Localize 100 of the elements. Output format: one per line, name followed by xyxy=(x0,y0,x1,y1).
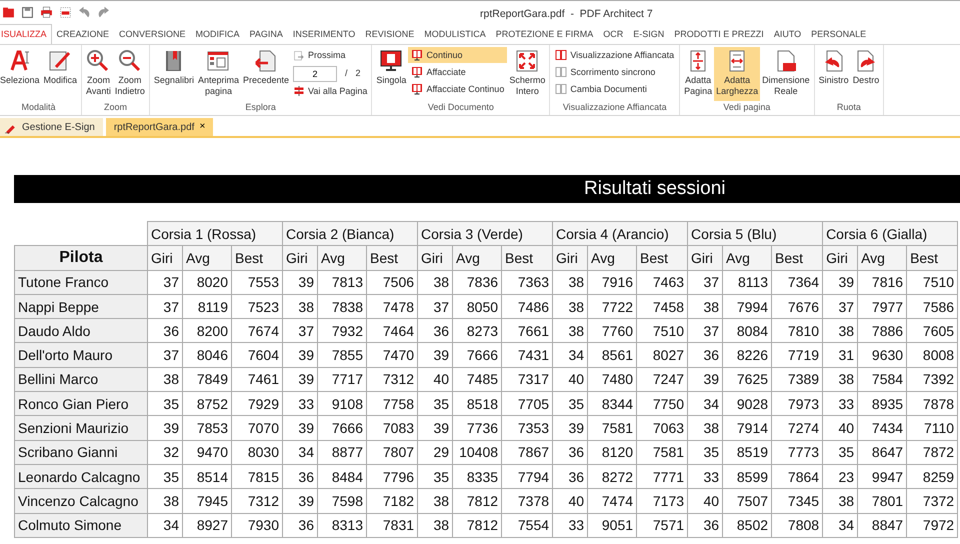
folder-icon[interactable] xyxy=(2,6,15,19)
menu-tab[interactable]: AIUTO xyxy=(768,24,806,44)
ribbon-button[interactable]: Precedente xyxy=(240,47,292,101)
table-cell: 7813 xyxy=(318,270,366,294)
menu-tab[interactable]: PAGINA xyxy=(244,24,288,44)
table-cell: 7773 xyxy=(772,440,823,464)
table-cell: 7470 xyxy=(366,342,418,368)
column-header: Avg xyxy=(722,246,772,270)
table-cell: 8313 xyxy=(318,513,366,538)
table-cell: 36 xyxy=(688,513,723,538)
table-cell: 7666 xyxy=(452,342,502,368)
column-header: Avg xyxy=(182,246,232,270)
menu-tab[interactable]: E-SIGN xyxy=(628,24,670,44)
page-forward-icon xyxy=(293,50,306,62)
print-preview-icon[interactable] xyxy=(59,6,72,19)
ribbon-button[interactable]: Visualizzazione Affiancata xyxy=(552,47,678,63)
table-cell: 7855 xyxy=(318,342,366,368)
table-cell: 40 xyxy=(552,367,588,392)
table-cell: 36 xyxy=(552,464,588,489)
column-header: Avg xyxy=(452,246,502,270)
table-cell: 38 xyxy=(418,488,453,514)
ribbon-button[interactable]: Zoom Avanti xyxy=(84,47,113,101)
ribbon-button[interactable]: Sinistro xyxy=(816,47,851,101)
page-separator: / xyxy=(345,66,348,80)
ribbon-button[interactable]: Adatta Larghezza xyxy=(714,47,760,101)
table-cell: 39 xyxy=(688,367,723,392)
table-cell: 7605 xyxy=(906,318,958,343)
table-cell: 40 xyxy=(822,416,858,440)
table-cell: 7464 xyxy=(366,318,418,343)
table-cell: 8273 xyxy=(452,318,502,343)
table-cell: 39 xyxy=(418,342,453,368)
table-cell: 7666 xyxy=(318,416,366,440)
menu-tab[interactable]: PROTEZIONE E FIRMA xyxy=(490,24,598,44)
table-cell: 39 xyxy=(282,367,318,392)
print-icon[interactable] xyxy=(40,6,53,19)
undo-icon[interactable] xyxy=(78,6,91,19)
table-cell: 7506 xyxy=(366,270,418,294)
table-cell: 39 xyxy=(282,488,318,514)
ribbon-button[interactable]: Segnalibri xyxy=(152,47,196,101)
table-cell: Colmuto Simone xyxy=(14,513,148,538)
table-cell: 7571 xyxy=(636,513,688,538)
table-cell: 36 xyxy=(282,464,318,489)
menu-tab[interactable]: REVISIONE xyxy=(360,24,420,44)
table-cell: 9630 xyxy=(858,342,907,368)
ribbon-button[interactable]: Schermo Intero xyxy=(507,47,548,101)
page-input[interactable]: 2 xyxy=(293,66,338,82)
redo-icon[interactable] xyxy=(97,6,110,19)
menu-tab[interactable]: INSERIMENTO xyxy=(288,24,360,44)
ribbon-button[interactable]: Adatta Pagina xyxy=(682,47,714,101)
table-cell: 7345 xyxy=(772,488,823,514)
ribbon-button[interactable]: Affacciate xyxy=(408,64,508,80)
table-cell: 7810 xyxy=(772,318,823,343)
menu-tab[interactable]: MODULISTICA xyxy=(419,24,491,44)
table-cell: 36 xyxy=(148,318,182,343)
zoom-out-icon xyxy=(118,49,142,73)
table-cell: 7182 xyxy=(366,488,418,514)
ribbon-button[interactable]: Dimensione Reale xyxy=(760,47,812,101)
document-tab[interactable]: Gestione E-Sign xyxy=(0,118,103,136)
menu-tab[interactable]: CONVERSIONE xyxy=(114,24,191,44)
table-cell: 7796 xyxy=(366,464,418,489)
ribbon-button[interactable]: Affacciate Continuo xyxy=(408,81,508,97)
close-button[interactable]: × xyxy=(199,122,206,132)
table-cell: 37 xyxy=(688,318,723,343)
menu-tab[interactable]: MODIFICA xyxy=(190,24,245,44)
menu-tab[interactable]: ISUALIZZA xyxy=(0,24,52,44)
table-cell: 8050 xyxy=(452,294,502,319)
document-tab[interactable]: rptReportGara.pdf × xyxy=(106,118,214,136)
table-cell: 7676 xyxy=(772,294,823,319)
menu-tab[interactable]: PRODOTTI E PREZZI xyxy=(669,24,769,44)
ribbon-button[interactable]: Anteprima pagina xyxy=(196,47,241,101)
table-cell: 8259 xyxy=(906,464,958,489)
table-cell: 38 xyxy=(822,367,858,392)
ribbon-button[interactable]: Modifica xyxy=(42,47,80,101)
table-cell: 8084 xyxy=(722,318,772,343)
arrow-left-icon xyxy=(254,49,278,73)
table-cell: 34 xyxy=(822,513,858,538)
table-cell: 7853 xyxy=(182,416,232,440)
menu-tab[interactable]: PERSONALE xyxy=(806,24,872,44)
ribbon-button[interactable]: Zoom Indietro xyxy=(112,47,147,101)
group-label: Vedi Documento xyxy=(426,101,495,114)
ribbon-button[interactable]: Continuo xyxy=(408,47,508,63)
table-cell: 38 xyxy=(822,488,858,514)
ribbon-button[interactable]: Destro xyxy=(850,47,882,101)
ribbon-button[interactable]: Singola xyxy=(374,47,408,101)
column-header: Best xyxy=(772,246,823,270)
table-cell: 7364 xyxy=(772,270,823,294)
menu-tab[interactable]: CREAZIONE xyxy=(52,24,114,44)
table-cell: 7083 xyxy=(366,416,418,440)
table-cell: 8046 xyxy=(182,342,232,368)
go-to-page-link[interactable]: Vai alla Pagina xyxy=(293,84,368,98)
table-cell: 38 xyxy=(418,513,453,538)
ribbon-button[interactable]: Seleziona xyxy=(0,47,42,101)
table-cell: 7771 xyxy=(636,464,688,489)
table-cell: 7523 xyxy=(232,294,282,319)
next-page-link[interactable]: Prossima xyxy=(293,49,368,62)
menu-tab[interactable]: OCR xyxy=(598,24,628,44)
table-cell: 39 xyxy=(282,416,318,440)
column-header: Corsia 4 (Arancio) xyxy=(552,222,688,246)
save-icon[interactable] xyxy=(21,6,34,19)
table-cell: 38 xyxy=(552,318,588,343)
